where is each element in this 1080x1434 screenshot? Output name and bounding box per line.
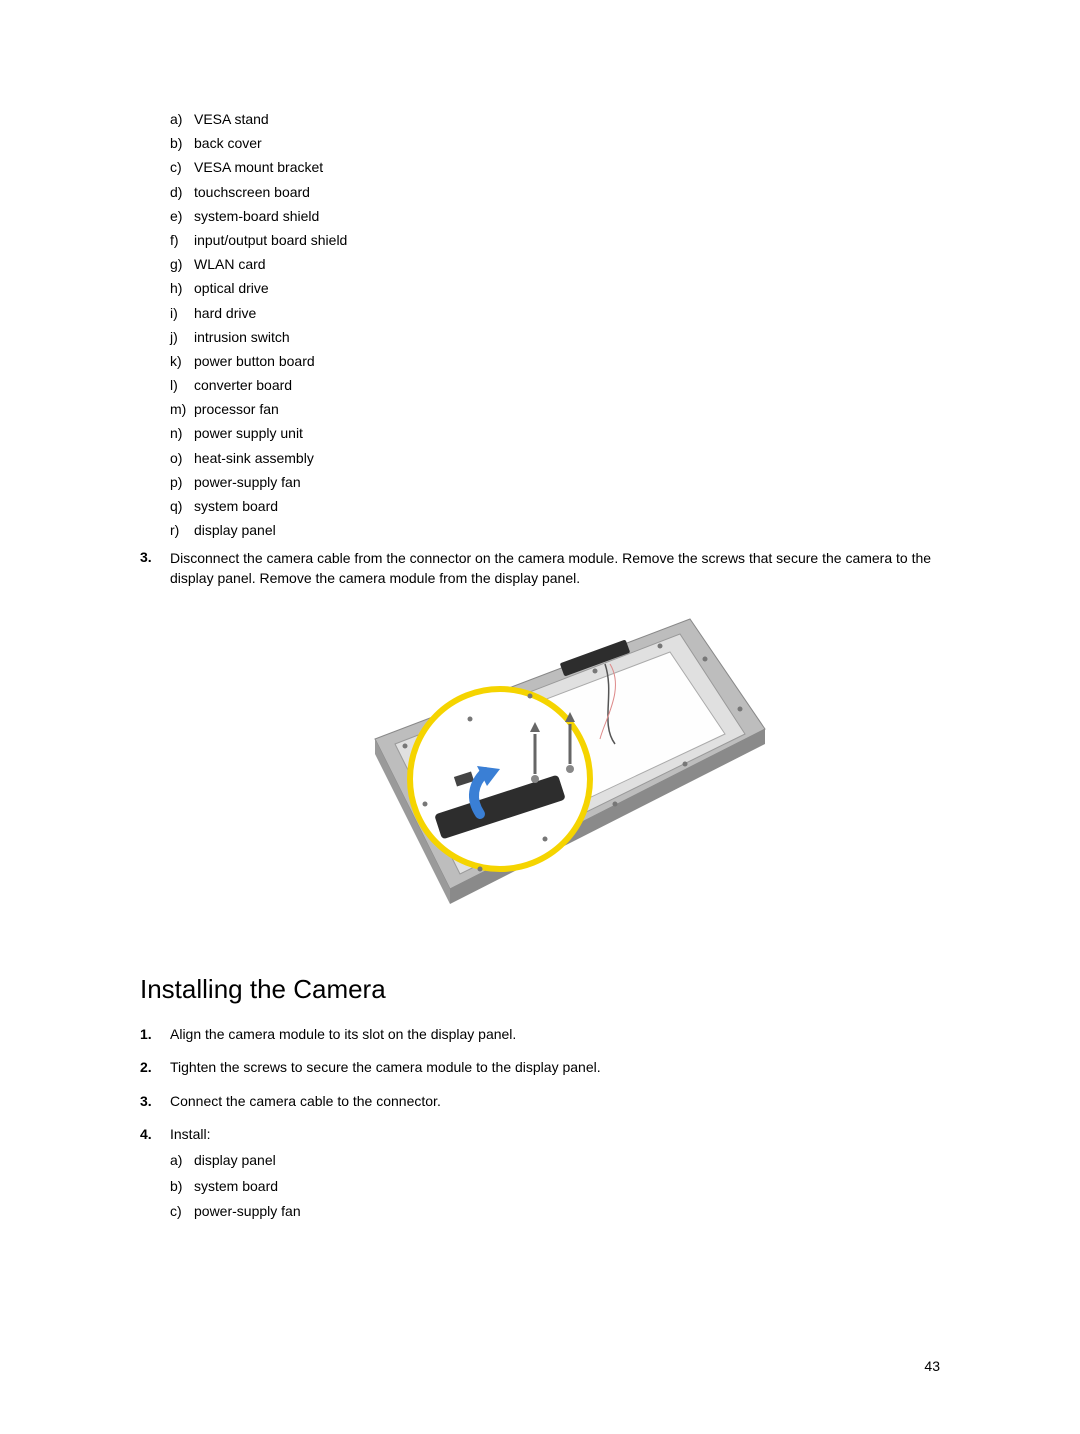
list-marker: c) bbox=[170, 1202, 194, 1222]
step-number: 2. bbox=[140, 1058, 170, 1078]
list-marker: a) bbox=[170, 1151, 194, 1171]
step-number: 3. bbox=[140, 1092, 170, 1112]
list-item: k)power button board bbox=[170, 352, 940, 370]
step-text: Align the camera module to its slot on t… bbox=[170, 1025, 940, 1045]
list-marker: b) bbox=[170, 1177, 194, 1197]
list-text: intrusion switch bbox=[194, 328, 290, 346]
list-marker: f) bbox=[170, 231, 194, 249]
list-text: WLAN card bbox=[194, 255, 266, 273]
install-sublist: a)display panel b)system board c)power-s… bbox=[170, 1151, 940, 1222]
list-text: processor fan bbox=[194, 400, 279, 418]
heading-installing-camera: Installing the Camera bbox=[140, 974, 940, 1005]
list-marker: l) bbox=[170, 376, 194, 394]
list-text: back cover bbox=[194, 134, 262, 152]
list-text: VESA mount bracket bbox=[194, 158, 323, 176]
list-marker: r) bbox=[170, 521, 194, 539]
list-text: system-board shield bbox=[194, 207, 319, 225]
list-marker: i) bbox=[170, 304, 194, 322]
list-item: b)back cover bbox=[170, 134, 940, 152]
step-text: Install: bbox=[170, 1126, 210, 1142]
page-number: 43 bbox=[924, 1358, 940, 1374]
list-marker: q) bbox=[170, 497, 194, 515]
list-text: power-supply fan bbox=[194, 473, 301, 491]
list-text: system board bbox=[194, 497, 278, 515]
list-text: VESA stand bbox=[194, 110, 269, 128]
step-number: 1. bbox=[140, 1025, 170, 1045]
list-text: power supply unit bbox=[194, 424, 303, 442]
list-text: optical drive bbox=[194, 279, 269, 297]
list-item: e)system-board shield bbox=[170, 207, 940, 225]
list-marker: c) bbox=[170, 158, 194, 176]
list-item: b)system board bbox=[170, 1177, 940, 1197]
list-marker: n) bbox=[170, 424, 194, 442]
list-marker: h) bbox=[170, 279, 194, 297]
list-text: display panel bbox=[194, 1151, 276, 1171]
removal-sublist: a)VESA stand b)back cover c)VESA mount b… bbox=[170, 110, 940, 539]
list-marker: j) bbox=[170, 328, 194, 346]
list-marker: b) bbox=[170, 134, 194, 152]
step-text-container: Install: a)display panel b)system board … bbox=[170, 1125, 940, 1227]
step-text: Disconnect the camera cable from the con… bbox=[170, 549, 940, 588]
list-item: d)touchscreen board bbox=[170, 183, 940, 201]
install-step: 1. Align the camera module to its slot o… bbox=[140, 1025, 940, 1045]
install-step: 4. Install: a)display panel b)system boa… bbox=[140, 1125, 940, 1227]
list-item: l)converter board bbox=[170, 376, 940, 394]
list-text: input/output board shield bbox=[194, 231, 347, 249]
list-item: r)display panel bbox=[170, 521, 940, 539]
install-step: 2. Tighten the screws to secure the came… bbox=[140, 1058, 940, 1078]
list-marker: d) bbox=[170, 183, 194, 201]
list-text: power-supply fan bbox=[194, 1202, 301, 1222]
list-marker: e) bbox=[170, 207, 194, 225]
list-marker: o) bbox=[170, 449, 194, 467]
list-item: i)hard drive bbox=[170, 304, 940, 322]
install-steps-list: 1. Align the camera module to its slot o… bbox=[140, 1025, 940, 1228]
list-text: system board bbox=[194, 1177, 278, 1197]
list-item: o)heat-sink assembly bbox=[170, 449, 940, 467]
list-marker: k) bbox=[170, 352, 194, 370]
step-number: 3. bbox=[140, 549, 170, 588]
step-number: 4. bbox=[140, 1125, 170, 1227]
list-item: a)display panel bbox=[170, 1151, 940, 1171]
list-item: c)VESA mount bracket bbox=[170, 158, 940, 176]
list-text: hard drive bbox=[194, 304, 256, 322]
list-text: heat-sink assembly bbox=[194, 449, 314, 467]
list-item: h)optical drive bbox=[170, 279, 940, 297]
camera-removal-figure bbox=[305, 604, 775, 944]
page-content: a)VESA stand b)back cover c)VESA mount b… bbox=[0, 0, 1080, 1302]
list-item: q)system board bbox=[170, 497, 940, 515]
list-text: display panel bbox=[194, 521, 276, 539]
list-item: j)intrusion switch bbox=[170, 328, 940, 346]
list-item: c)power-supply fan bbox=[170, 1202, 940, 1222]
list-marker: p) bbox=[170, 473, 194, 491]
step-3: 3. Disconnect the camera cable from the … bbox=[140, 549, 940, 588]
list-marker: g) bbox=[170, 255, 194, 273]
install-step: 3. Connect the camera cable to the conne… bbox=[140, 1092, 940, 1112]
list-item: a)VESA stand bbox=[170, 110, 940, 128]
list-text: touchscreen board bbox=[194, 183, 310, 201]
step-text: Connect the camera cable to the connecto… bbox=[170, 1092, 940, 1112]
list-text: converter board bbox=[194, 376, 292, 394]
list-item: f)input/output board shield bbox=[170, 231, 940, 249]
list-text: power button board bbox=[194, 352, 315, 370]
list-marker: a) bbox=[170, 110, 194, 128]
list-item: p)power-supply fan bbox=[170, 473, 940, 491]
list-item: m)processor fan bbox=[170, 400, 940, 418]
list-marker: m) bbox=[170, 400, 194, 418]
list-item: g)WLAN card bbox=[170, 255, 940, 273]
list-item: n)power supply unit bbox=[170, 424, 940, 442]
step-text: Tighten the screws to secure the camera … bbox=[170, 1058, 940, 1078]
